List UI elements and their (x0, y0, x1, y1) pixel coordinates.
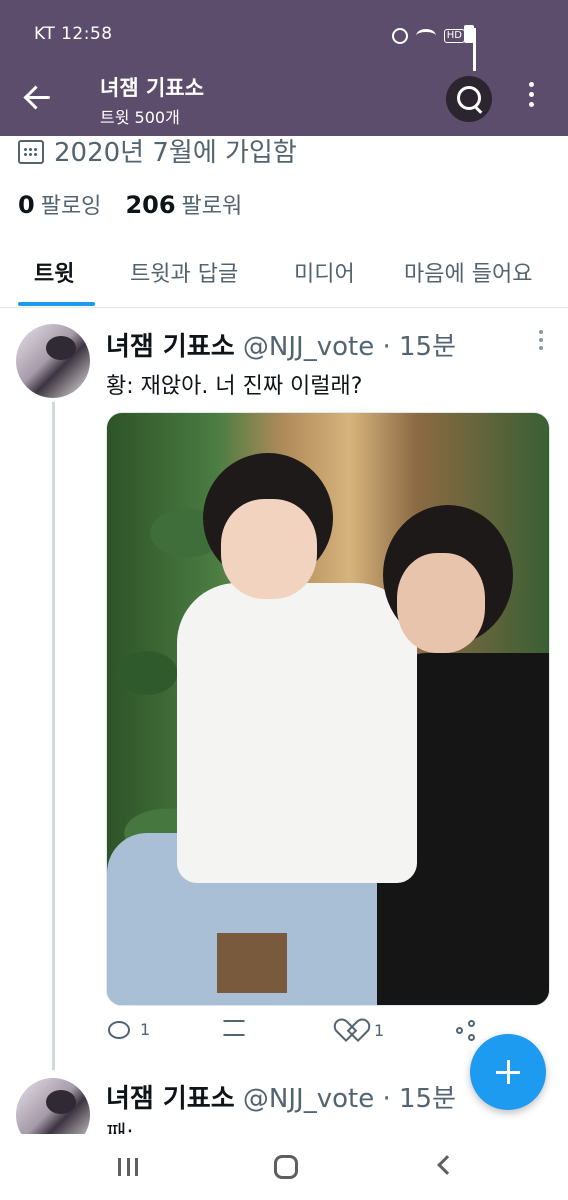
tweet-photo[interactable] (106, 412, 550, 1006)
more-options-icon[interactable] (526, 82, 536, 114)
profile-header: 녀잼 기표소 트윗 500개 (0, 68, 568, 136)
followers-link[interactable]: 206 팔로워 (125, 188, 242, 220)
joined-date: 2020년 7월에 가입함 (18, 130, 297, 170)
hd-icon: HD (443, 29, 465, 43)
system-back-icon[interactable] (437, 1155, 457, 1175)
followers-count: 206 (125, 191, 176, 219)
alarm-icon (391, 28, 408, 44)
tweet-author-name[interactable]: 녀잼 기표소 (106, 1084, 235, 1114)
thread-line (52, 402, 55, 1070)
battery-icon (464, 25, 474, 43)
like-count: 1 (374, 1020, 385, 1040)
tab-tweets[interactable]: 트윗 (34, 256, 74, 288)
avatar[interactable] (16, 324, 90, 398)
status-bar: KT 12:58 HD (0, 0, 568, 71)
tweet-handle-time: @NJJ_vote · 15분 (242, 332, 456, 362)
share-button[interactable] (456, 1020, 478, 1042)
recent-apps-icon[interactable] (118, 1158, 138, 1176)
joined-text: 2020년 7월에 가입함 (54, 137, 297, 168)
photo-face-left (221, 499, 317, 599)
tweet-header: 녀잼 기표소 @NJJ_vote · 15분 (106, 326, 456, 363)
system-nav-bar (0, 1134, 568, 1200)
tweet-handle-time: @NJJ_vote · 15분 (242, 1084, 456, 1114)
share-icon (456, 1020, 478, 1042)
tab-tweets-replies[interactable]: 트윗과 답글 (130, 256, 238, 288)
photo-patch (217, 933, 287, 993)
photo-face-right (397, 553, 485, 653)
following-count: 0 (18, 191, 35, 219)
reply-count: 1 (140, 1020, 151, 1039)
active-tab-indicator (18, 302, 95, 306)
tweet-header: 녀잼 기표소 @NJJ_vote · 15분 (106, 1078, 456, 1115)
header-tweet-count: 트윗 500개 (100, 108, 180, 127)
follow-stats: 0 팔로잉 206 팔로워 (18, 188, 242, 220)
tab-media[interactable]: 미디어 (294, 256, 355, 288)
search-button[interactable] (446, 76, 492, 122)
like-button[interactable]: 1 (342, 1020, 384, 1040)
tweet-author-name[interactable]: 녀잼 기표소 (106, 332, 235, 362)
tweet-text: 째: (106, 1116, 134, 1134)
wifi-icon (415, 29, 436, 43)
followers-label: 팔로워 (181, 194, 243, 219)
tweet-text: 황: 재앉아. 너 진짜 이럴래? (106, 374, 363, 399)
app-header-area: KT 12:58 HD 녀잼 기표소 트윗 500개 (0, 0, 568, 136)
tweet-more-icon[interactable] (538, 330, 544, 352)
photo-white-shirt (177, 583, 417, 883)
tab-likes[interactable]: 마음에 들어요 (404, 256, 532, 288)
profile-tabs: 트윗 트윗과 답글 미디어 마음에 들어요 (0, 244, 568, 308)
retweet-button[interactable] (222, 1020, 246, 1036)
reply-icon (108, 1020, 130, 1039)
calendar-icon (18, 140, 44, 164)
carrier-time: KT 12:58 (34, 24, 113, 44)
following-label: 팔로잉 (40, 194, 102, 219)
back-arrow-icon[interactable] (24, 82, 54, 112)
header-title: 녀잼 기표소 (100, 76, 204, 100)
following-link[interactable]: 0 팔로잉 (18, 188, 101, 220)
home-icon[interactable] (274, 1155, 298, 1179)
heart-icon (342, 1020, 364, 1040)
retweet-icon (222, 1020, 246, 1036)
reply-button[interactable]: 1 (108, 1020, 150, 1039)
compose-tweet-button[interactable] (470, 1034, 546, 1110)
